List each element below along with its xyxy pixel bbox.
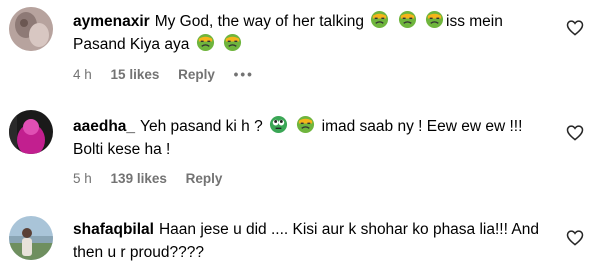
comment-meta: 4 h 15 likes Reply ••• <box>73 67 269 82</box>
comment-body: aaedha_ Yeh pasand ki h ? imad saab ny ! … <box>73 115 543 186</box>
comment-body: aymenaxir My God, the way of her talking … <box>73 10 543 82</box>
nauseated-face-emoji <box>425 10 444 29</box>
comment-text-part: Yeh pasand ki h ? <box>140 118 263 135</box>
comment-text: aaedha_ Yeh pasand ki h ? imad saab ny ! … <box>73 115 543 161</box>
username[interactable]: aaedha_ <box>73 118 135 135</box>
face-with-rolling-eyes-emoji <box>269 115 288 134</box>
username[interactable]: aymenaxir <box>73 13 150 30</box>
timestamp: 5 h <box>73 171 92 186</box>
comment-text: shafaqbilal Haan jese u did .... Kisi aur… <box>73 218 543 264</box>
heart-outline-icon[interactable] <box>566 229 584 246</box>
comment-meta: 5 h 139 likes Reply <box>73 171 237 186</box>
reply-button[interactable]: Reply <box>178 67 215 82</box>
comment-body: shafaqbilal Haan jese u did .... Kisi aur… <box>73 218 543 264</box>
timestamp: 4 h <box>73 67 92 82</box>
avatar[interactable] <box>9 7 53 51</box>
nauseated-face-emoji <box>398 10 416 29</box>
heart-outline-icon[interactable] <box>566 124 584 141</box>
nauseated-face-emoji <box>196 33 214 52</box>
heart-outline-icon[interactable] <box>566 19 584 36</box>
avatar[interactable] <box>9 110 53 154</box>
nauseated-face-emoji <box>297 115 315 134</box>
nauseated-face-emoji <box>371 10 389 29</box>
more-options-button[interactable]: ••• <box>234 67 254 82</box>
avatar[interactable] <box>9 216 53 260</box>
nauseated-face-emoji <box>223 33 242 52</box>
likes-count[interactable]: 15 likes <box>111 67 160 82</box>
comment-text-part: My God, the way of her talking <box>154 13 365 30</box>
comment-text: aymenaxir My God, the way of her talking … <box>73 10 543 56</box>
reply-button[interactable]: Reply <box>186 171 223 186</box>
username[interactable]: shafaqbilal <box>73 221 154 238</box>
likes-count[interactable]: 139 likes <box>111 171 167 186</box>
